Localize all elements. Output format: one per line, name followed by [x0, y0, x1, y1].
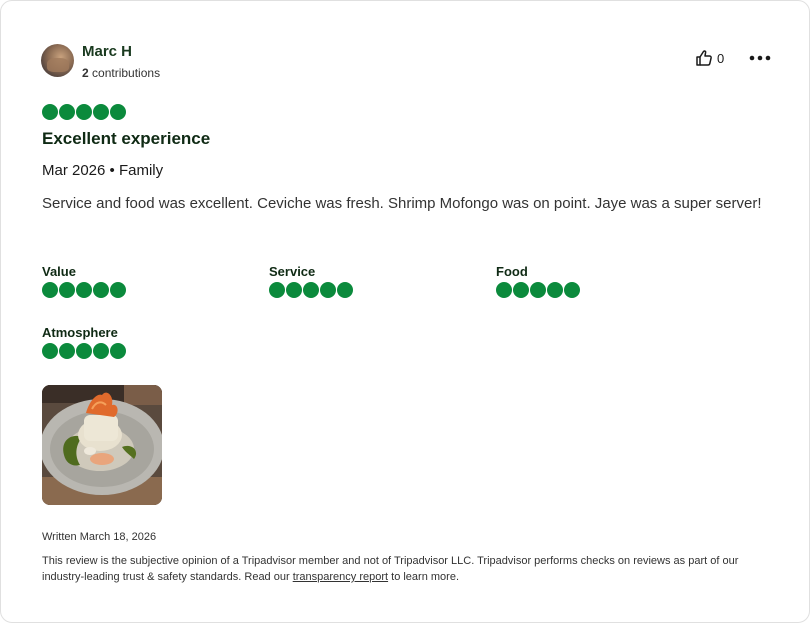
reviewer-avatar[interactable] [41, 44, 74, 77]
transparency-report-link[interactable]: transparency report [293, 571, 388, 583]
food-photo-icon [42, 385, 162, 505]
review-text: Service and food was excellent. Ceviche … [42, 195, 762, 212]
helpful-count: 0 [717, 50, 725, 66]
rating-bubble [303, 282, 319, 298]
review-photo[interactable] [42, 385, 162, 505]
subrating-bubbles-food [496, 282, 580, 298]
review-disclaimer: This review is the subjective opinion of… [42, 553, 772, 585]
more-options-icon [747, 54, 773, 71]
rating-bubble [59, 343, 75, 359]
rating-bubble [530, 282, 546, 298]
subrating-bubbles-service [269, 282, 353, 298]
disclaimer-text-end: to learn more. [388, 571, 459, 583]
review-title[interactable]: Excellent experience [42, 129, 210, 149]
rating-bubble [337, 282, 353, 298]
contributions-label: contributions [92, 66, 161, 80]
rating-bubble [76, 343, 92, 359]
subrating-bubbles-atmosphere [42, 343, 126, 359]
subrating-label-value: Value [42, 264, 76, 279]
rating-bubble [320, 282, 336, 298]
rating-bubble [547, 282, 563, 298]
review-card: Marc H 2 contributions 0 Excellent exper… [0, 0, 810, 623]
rating-bubble [513, 282, 529, 298]
reviewer-name[interactable]: Marc H [82, 43, 132, 61]
reviewer-contributions: 2 contributions [82, 66, 160, 80]
thumbs-up-icon [695, 49, 713, 67]
more-options-button[interactable] [747, 49, 773, 67]
rating-bubble [42, 104, 58, 120]
rating-bubble [42, 282, 58, 298]
rating-bubble [269, 282, 285, 298]
subrating-label-service: Service [269, 264, 316, 279]
rating-bubble [59, 282, 75, 298]
rating-bubble [110, 104, 126, 120]
rating-bubble [42, 343, 58, 359]
subrating-label-atmosphere: Atmosphere [42, 325, 118, 340]
rating-bubble [496, 282, 512, 298]
subrating-label-food: Food [496, 264, 528, 279]
rating-bubble [110, 282, 126, 298]
overall-rating-bubbles [42, 104, 126, 120]
helpful-vote-button[interactable]: 0 [695, 48, 724, 68]
rating-bubble [59, 104, 75, 120]
rating-bubble [76, 282, 92, 298]
rating-bubble [286, 282, 302, 298]
rating-bubble [93, 104, 109, 120]
rating-bubble [76, 104, 92, 120]
rating-bubble [93, 343, 109, 359]
subrating-bubbles-value [42, 282, 126, 298]
rating-bubble [93, 282, 109, 298]
rating-bubble [564, 282, 580, 298]
review-date-and-trip-type: Mar 2026 • Family [42, 162, 164, 179]
rating-bubble [110, 343, 126, 359]
contributions-count: 2 [82, 66, 89, 80]
review-written-date: Written March 18, 2026 [42, 531, 157, 543]
